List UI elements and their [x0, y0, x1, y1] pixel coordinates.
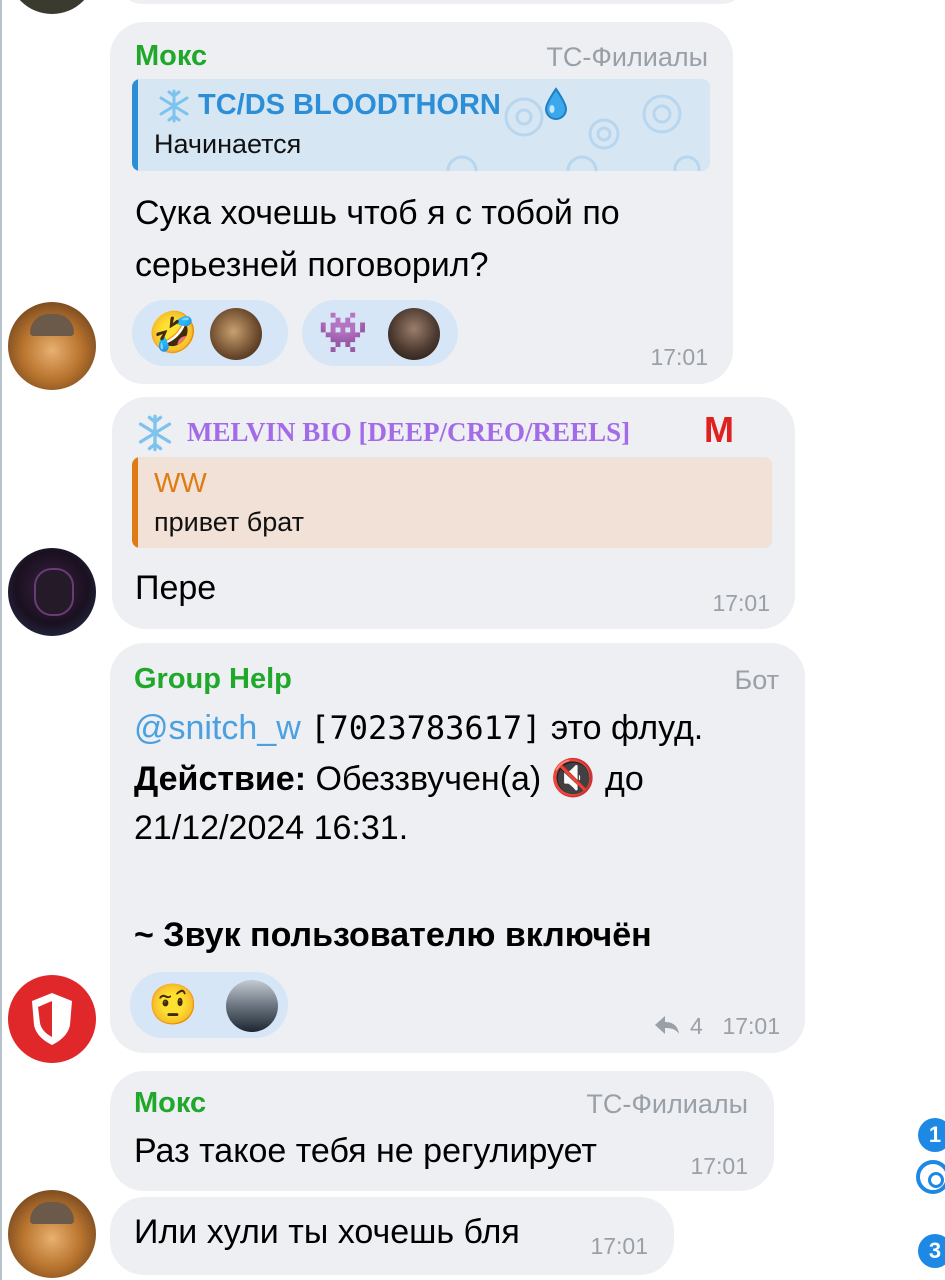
message-line-4: ~ Звук пользователю включён: [134, 916, 652, 954]
message-text: Пере: [135, 569, 217, 607]
water-drop-icon: [544, 87, 568, 120]
message-time: 17:01: [722, 1013, 780, 1039]
message-line-3: 21/12/2024 16:31.: [134, 809, 409, 847]
reactor-avatar: [210, 308, 262, 360]
rolling-laughing-emoji: 🤣: [148, 311, 198, 355]
message-text: Или хули ты хочешь бля: [134, 1213, 520, 1251]
snowflake-icon: [138, 414, 172, 452]
reply-text: Начинается: [154, 129, 302, 159]
action-text: Обеззвучен(а): [306, 760, 542, 798]
shield-icon: [32, 993, 72, 1045]
message-bubble-moks-2[interactable]: Мокс ТС-Филиалы Раз такое тебя не регули…: [110, 1071, 774, 1191]
message-line-2: Действие: Обеззвучен(а) 🔇 до: [134, 753, 644, 804]
reply-quote[interactable]: TC/DS BLOODTHORN Начинается: [132, 79, 710, 171]
sender-badge: M: [704, 409, 734, 450]
avatar-group-help[interactable]: [8, 975, 96, 1063]
message-line-1: Сука хочешь чтоб я с тобой по: [135, 194, 620, 232]
message-bubble-moks-3[interactable]: Или хули ты хочешь бля 17:01: [110, 1197, 674, 1275]
previous-message-bubble[interactable]: [112, 0, 752, 4]
message-bubble-moks-1[interactable]: Мокс ТС-Филиалы TC/DS BLOODTHORN Начинае…: [110, 22, 733, 384]
avatar-melvin[interactable]: [8, 548, 96, 636]
message-text: Раз такое тебя не регулирует: [134, 1132, 597, 1170]
user-mention-link[interactable]: @snitch_w: [134, 709, 301, 747]
reactor-avatar: [388, 308, 440, 360]
unread-count-badge[interactable]: 1: [918, 1118, 945, 1152]
muted-speaker-icon: 🔇: [550, 757, 596, 798]
until-text: до: [595, 760, 644, 798]
sender-name[interactable]: Мокс: [134, 1087, 206, 1120]
user-id: [7023783617]: [310, 709, 542, 747]
flood-text: это флуд.: [541, 709, 704, 747]
reactor-avatar: [226, 980, 278, 1032]
message-bubble-melvin[interactable]: MELVIN BIO [DEEP/CREO/REELS] M WW привет…: [112, 397, 795, 629]
sender-role: ТС-Филиалы: [586, 1089, 748, 1119]
sender-name[interactable]: Мокс: [135, 40, 207, 73]
message-bubble-group-help[interactable]: Group Help Бот @snitch_w [7023783617] эт…: [110, 643, 805, 1053]
reaction-space-invader[interactable]: 👾: [302, 300, 458, 366]
chat-left-edge: [0, 0, 2, 1280]
message-time: 17:01: [650, 344, 708, 370]
message-line-1: @snitch_w [7023783617] это флуд.: [134, 703, 703, 753]
reply-author: TC/DS BLOODTHORN: [198, 89, 501, 121]
avatar-previous[interactable]: [8, 0, 96, 14]
message-time: 17:01: [590, 1233, 648, 1259]
message-time: 17:01: [690, 1153, 748, 1179]
sender-name[interactable]: MELVIN BIO [DEEP/CREO/REELS]: [187, 417, 630, 448]
sender-role: ТС-Филиалы: [546, 42, 708, 72]
action-label: Действие:: [134, 760, 307, 798]
space-invader-emoji: 👾: [318, 311, 368, 355]
message-time: 17:01: [712, 590, 770, 616]
raised-eyebrow-emoji: 🤨: [148, 983, 198, 1027]
reply-author: WW: [154, 467, 207, 498]
message-line-2: серьезней поговорил?: [135, 246, 489, 284]
replies-count[interactable]: 4: [690, 1013, 703, 1040]
avatar-moks[interactable]: [8, 1190, 96, 1278]
sender-name[interactable]: Group Help: [134, 663, 292, 696]
avatar-moks[interactable]: [8, 302, 96, 390]
reaction-raised-eyebrow[interactable]: 🤨: [130, 972, 288, 1038]
reply-text: привет брат: [154, 507, 305, 537]
reactions-count-badge[interactable]: 3: [918, 1234, 945, 1268]
mention-badge[interactable]: [916, 1160, 945, 1194]
sender-role: Бот: [734, 665, 779, 695]
snowflake-icon: [159, 89, 189, 123]
reaction-rolling-laughing[interactable]: 🤣: [132, 300, 288, 366]
reply-quote[interactable]: WW привет брат: [132, 457, 772, 548]
reply-arrow-icon[interactable]: [653, 1014, 681, 1036]
